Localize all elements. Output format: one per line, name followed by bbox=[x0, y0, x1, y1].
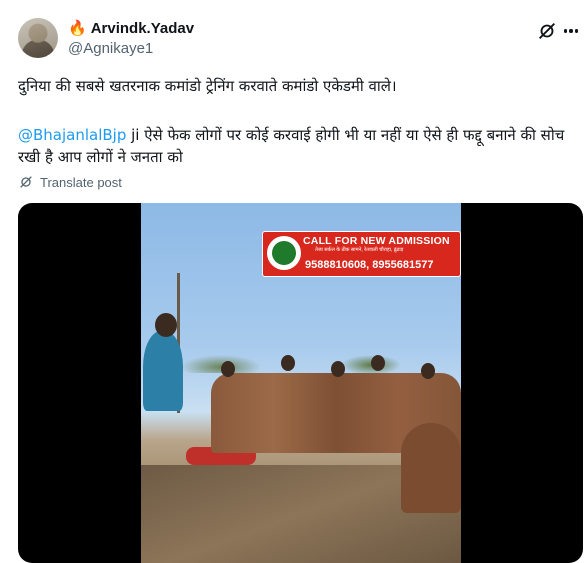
post-text-body: @BhajanlalBjp ji ऐसे फेक लोगों पर कोई कर… bbox=[18, 124, 573, 168]
grok-icon[interactable] bbox=[536, 20, 558, 42]
translate-icon bbox=[20, 176, 32, 188]
trainee-head-2 bbox=[281, 355, 295, 371]
video-media[interactable]: CALL FOR NEW ADMISSION तेजा सर्कल के ठीक… bbox=[18, 203, 583, 563]
author-name-row[interactable]: 🔥 Arvindk.Yadav bbox=[68, 20, 194, 38]
translate-label: Translate post bbox=[40, 174, 122, 190]
academy-logo-icon bbox=[267, 236, 301, 270]
trainee-head-3 bbox=[331, 361, 345, 377]
fire-emoji-icon: 🔥 bbox=[68, 20, 87, 37]
background-trees bbox=[141, 343, 461, 373]
author-display-name[interactable]: Arvindk.Yadav bbox=[91, 20, 194, 38]
admission-banner: CALL FOR NEW ADMISSION तेजा सर्कल के ठीक… bbox=[262, 231, 461, 277]
banner-subtitle: तेजा सर्कल के ठीक सामने, रेतवाली चौराहा,… bbox=[315, 247, 404, 253]
instructor-figure bbox=[143, 331, 183, 411]
banner-title: CALL FOR NEW ADMISSION bbox=[303, 235, 450, 247]
instructor-head bbox=[155, 313, 177, 337]
trainee-head-5 bbox=[421, 363, 435, 379]
more-options-icon[interactable] bbox=[560, 22, 582, 40]
mention-link[interactable]: @BhajanlalBjp bbox=[18, 126, 126, 144]
author-handle[interactable]: @Agnikaye1 bbox=[68, 40, 153, 57]
trainee-head-1 bbox=[221, 361, 235, 377]
translate-post-link[interactable]: Translate post bbox=[18, 174, 122, 190]
banner-phone: 9588810608, 8955681577 bbox=[305, 259, 434, 271]
author-avatar[interactable] bbox=[18, 18, 58, 58]
video-frame[interactable]: CALL FOR NEW ADMISSION तेजा सर्कल के ठीक… bbox=[141, 203, 461, 563]
trainee-front bbox=[401, 423, 461, 513]
trainee-head-4 bbox=[371, 355, 385, 371]
post-text-line1: दुनिया की सबसे खतरनाक कमांडो ट्रेनिंग कर… bbox=[18, 77, 397, 95]
